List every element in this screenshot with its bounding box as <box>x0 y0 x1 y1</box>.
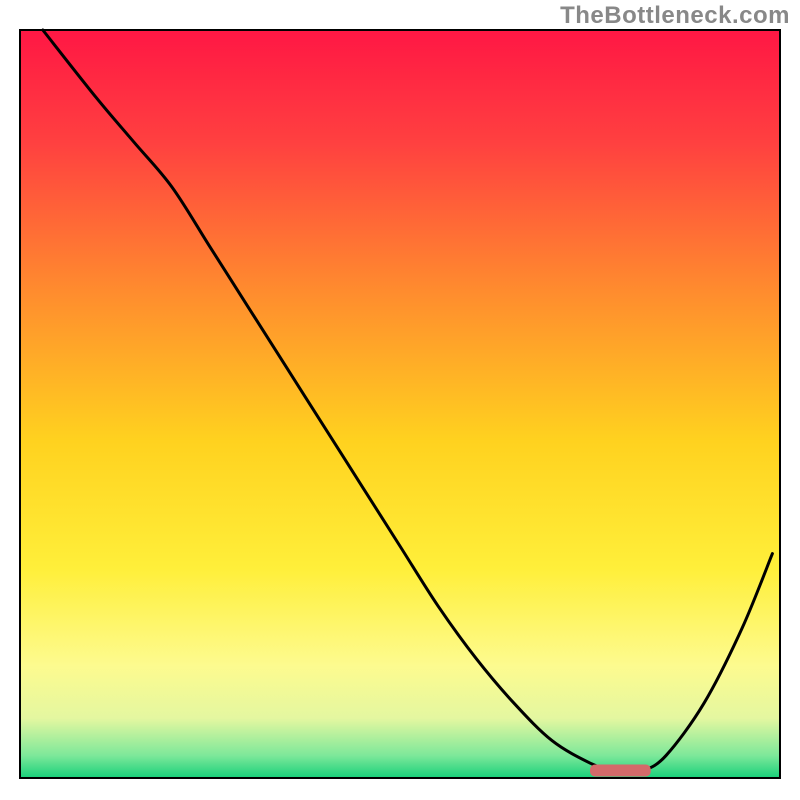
chart-container: TheBottleneck.com <box>0 0 800 800</box>
bottleneck-chart <box>0 0 800 800</box>
watermark-text: TheBottleneck.com <box>560 2 790 30</box>
optimal-range-marker <box>590 765 651 777</box>
